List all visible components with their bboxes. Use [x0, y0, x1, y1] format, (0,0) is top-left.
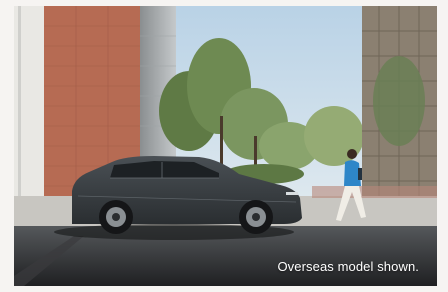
hero-image-frame: Overseas model shown. [14, 6, 437, 286]
hero-photo [14, 6, 437, 286]
disclaimer-caption: Overseas model shown. [277, 259, 419, 274]
